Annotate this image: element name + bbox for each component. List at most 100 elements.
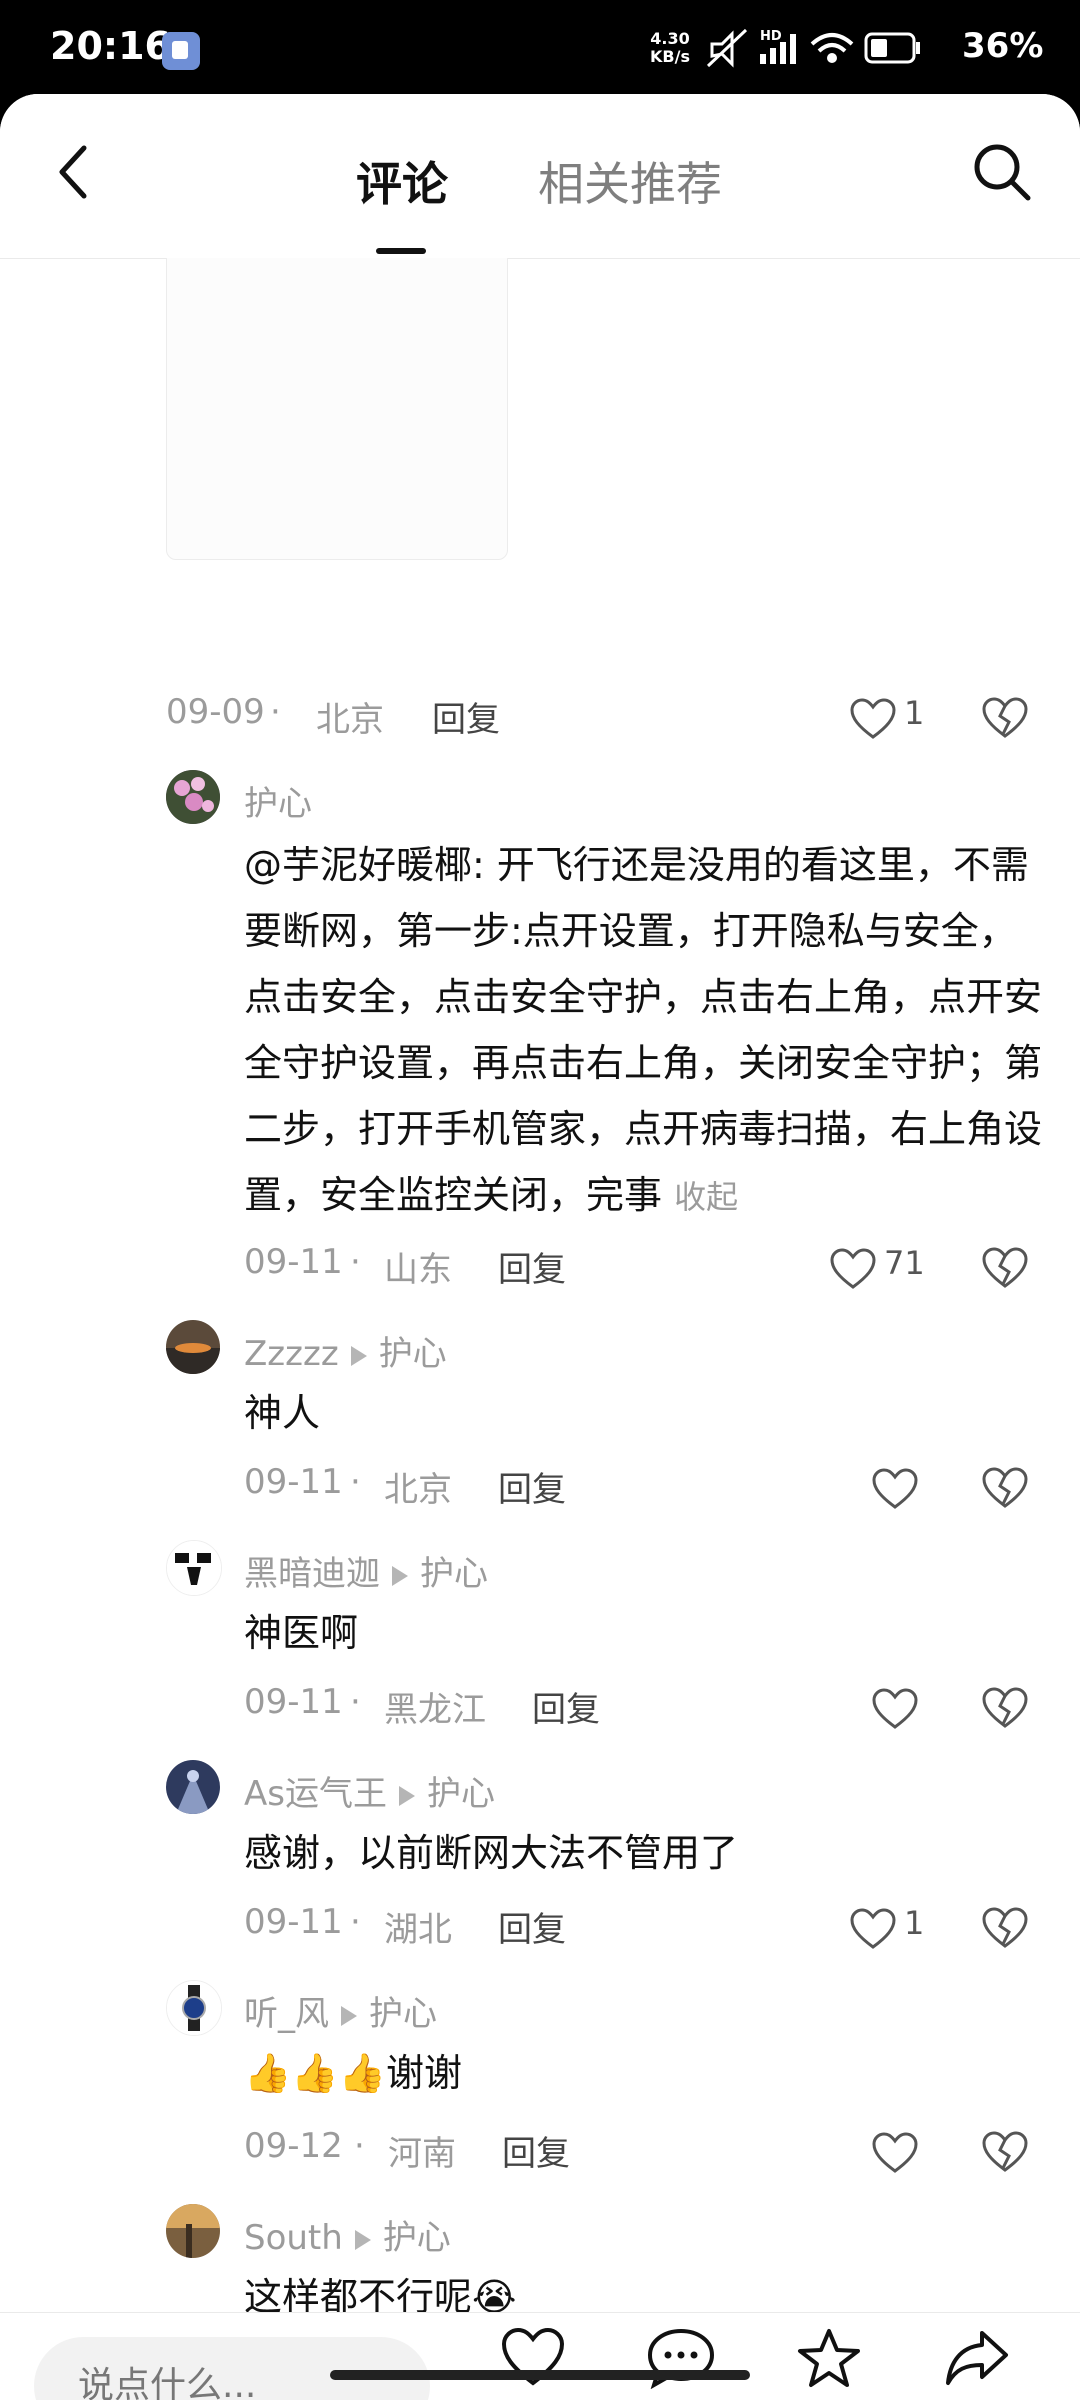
- broken-heart-icon[interactable]: [982, 2130, 1028, 2174]
- heart-icon[interactable]: [830, 1248, 876, 1290]
- heart-icon[interactable]: [872, 2132, 918, 2174]
- comment-body: 👍👍👍谢谢: [244, 2040, 1044, 2106]
- like-count: 71: [884, 1244, 925, 1282]
- meta-dot: ·: [350, 1242, 361, 1282]
- comment-date: 09-11: [244, 1242, 343, 1282]
- reply-arrow-icon: [350, 1345, 367, 1366]
- reply-button[interactable]: 回复: [532, 1682, 600, 1731]
- comment-location: 北京: [316, 700, 384, 740]
- battery-icon: [864, 32, 920, 64]
- comment-location: 湖北: [384, 1910, 452, 1950]
- comment-location: 北京: [384, 1470, 452, 1510]
- comment-author[interactable]: Zzzzz: [244, 1334, 339, 1374]
- notification-app-icon: [162, 32, 200, 70]
- share-icon: [946, 2331, 1008, 2385]
- favorite-action[interactable]: 334: [774, 2327, 884, 2400]
- heart-icon[interactable]: [872, 1688, 918, 1730]
- meta-dot: ·: [350, 1682, 361, 1722]
- broken-heart-icon[interactable]: [982, 1686, 1028, 1730]
- comment-text: 这样都不行呢: [244, 2275, 473, 2312]
- collapse-button[interactable]: 收起: [674, 1178, 738, 1216]
- avatar-image: [166, 1760, 220, 1814]
- meta-dot: ·: [350, 1462, 361, 1502]
- comment-date: 09-09: [166, 692, 265, 732]
- avatar-image: [167, 1981, 221, 2035]
- avatar[interactable]: [166, 2204, 220, 2258]
- comment-author[interactable]: 黑暗迪迦: [244, 1554, 380, 1594]
- comment-action[interactable]: 845: [626, 2327, 736, 2400]
- status-bar: 20:16 4.30 KB/s HD 36%: [0, 0, 1080, 96]
- like-count: 1: [904, 1904, 925, 1942]
- broken-heart-icon[interactable]: [982, 1906, 1028, 1950]
- avatar[interactable]: [166, 1980, 222, 2036]
- thumbs-up-emoji: 👍👍👍: [244, 2051, 386, 2095]
- broken-heart-icon[interactable]: [982, 696, 1028, 740]
- heart-icon[interactable]: [872, 1468, 918, 1510]
- comment-body: 感谢，以前断网大法不管用了: [244, 1831, 739, 1875]
- comment-author[interactable]: South: [244, 2218, 343, 2258]
- wifi-icon: [810, 33, 854, 63]
- comment-location: 山东: [384, 1250, 452, 1290]
- comments-sheet: 评论 相关推荐 09-09 · 北京 回复 1 护心 @芋泥好暖椰: 开飞行还是…: [0, 94, 1080, 2400]
- meta-dot: ·: [354, 2126, 365, 2166]
- heart-icon[interactable]: [850, 1908, 896, 1950]
- avatar-image: [167, 1541, 221, 1595]
- hd-label: HD: [760, 29, 782, 44]
- comment-text: 谢谢: [385, 2051, 462, 2095]
- like-action[interactable]: 989: [478, 2327, 588, 2400]
- bottom-action-bar: 说点什么... 989 845 334: [0, 2312, 1080, 2400]
- comment-date: 09-12: [244, 2126, 343, 2166]
- crying-emoji: 😭: [472, 2275, 517, 2312]
- reply-to-author[interactable]: 护心: [369, 1994, 437, 2034]
- reply-button[interactable]: 回复: [432, 692, 500, 741]
- comment-text: @芋泥好暖椰: 开飞行还是没用的看这里，不需要断网，第一步:点开设置，打开隐私与…: [244, 843, 1043, 1217]
- reply-button[interactable]: 回复: [502, 2126, 570, 2175]
- meta-dot: ·: [350, 1902, 361, 1942]
- reply-to-author[interactable]: 护心: [383, 2218, 451, 2258]
- network-speed-value: 4.30: [650, 29, 690, 48]
- search-icon[interactable]: [970, 140, 1034, 204]
- comment-image[interactable]: [166, 258, 508, 560]
- tab-comments[interactable]: 评论: [356, 148, 448, 214]
- reply-button[interactable]: 回复: [498, 1902, 566, 1951]
- like-count: 1: [904, 694, 925, 732]
- broken-heart-icon[interactable]: [982, 1246, 1028, 1290]
- tab-related[interactable]: 相关推荐: [538, 148, 722, 214]
- avatar[interactable]: [166, 1320, 220, 1374]
- comment-author[interactable]: 护心: [244, 776, 312, 825]
- comment-date: 09-11: [244, 1682, 343, 1722]
- heart-icon[interactable]: [850, 698, 896, 740]
- avatar[interactable]: [166, 1760, 220, 1814]
- reply-to-author[interactable]: 护心: [379, 1334, 447, 1374]
- reply-arrow-icon: [354, 2229, 371, 2250]
- reply-arrow-icon: [398, 1785, 415, 1806]
- comment-body: @芋泥好暖椰: 开飞行还是没用的看这里，不需要断网，第一步:点开设置，打开隐私与…: [244, 832, 1044, 1228]
- status-time: 20:16: [50, 24, 171, 68]
- home-indicator[interactable]: [330, 2370, 750, 2380]
- comment-location: 河南: [388, 2134, 456, 2174]
- avatar-image: [166, 770, 220, 824]
- reply-to-author[interactable]: 护心: [427, 1774, 495, 1814]
- avatar[interactable]: [166, 1540, 222, 1596]
- broken-heart-icon[interactable]: [982, 1466, 1028, 1510]
- avatar[interactable]: [166, 770, 220, 824]
- comment-body: 神人: [244, 1391, 321, 1435]
- reply-button[interactable]: 回复: [498, 1242, 566, 1291]
- reply-button[interactable]: 回复: [498, 1462, 566, 1511]
- reply-arrow-icon: [392, 1565, 408, 1586]
- comment-list[interactable]: 09-09 · 北京 回复 1 护心 @芋泥好暖椰: 开飞行还是没用的看这里，不…: [0, 258, 1080, 2312]
- comment-author-line: Zzzzz 护心: [244, 1326, 447, 1375]
- active-tab-indicator: [376, 248, 426, 254]
- comment-body: 神医啊: [244, 1611, 359, 1655]
- comment-body: 这样都不行呢😭: [244, 2264, 1044, 2312]
- comment-author[interactable]: 听_风: [244, 1994, 329, 2034]
- battery-percentage: 36%: [962, 26, 1044, 66]
- comment-author[interactable]: As运气王: [244, 1774, 387, 1814]
- status-icons: HD: [706, 28, 920, 68]
- reply-to-author[interactable]: 护心: [420, 1554, 488, 1594]
- mute-icon: [706, 28, 748, 68]
- comment-input[interactable]: 说点什么...: [34, 2337, 430, 2400]
- back-icon[interactable]: [50, 142, 100, 202]
- avatar-image: [166, 1320, 220, 1374]
- share-action[interactable]: 304: [922, 2327, 1032, 2400]
